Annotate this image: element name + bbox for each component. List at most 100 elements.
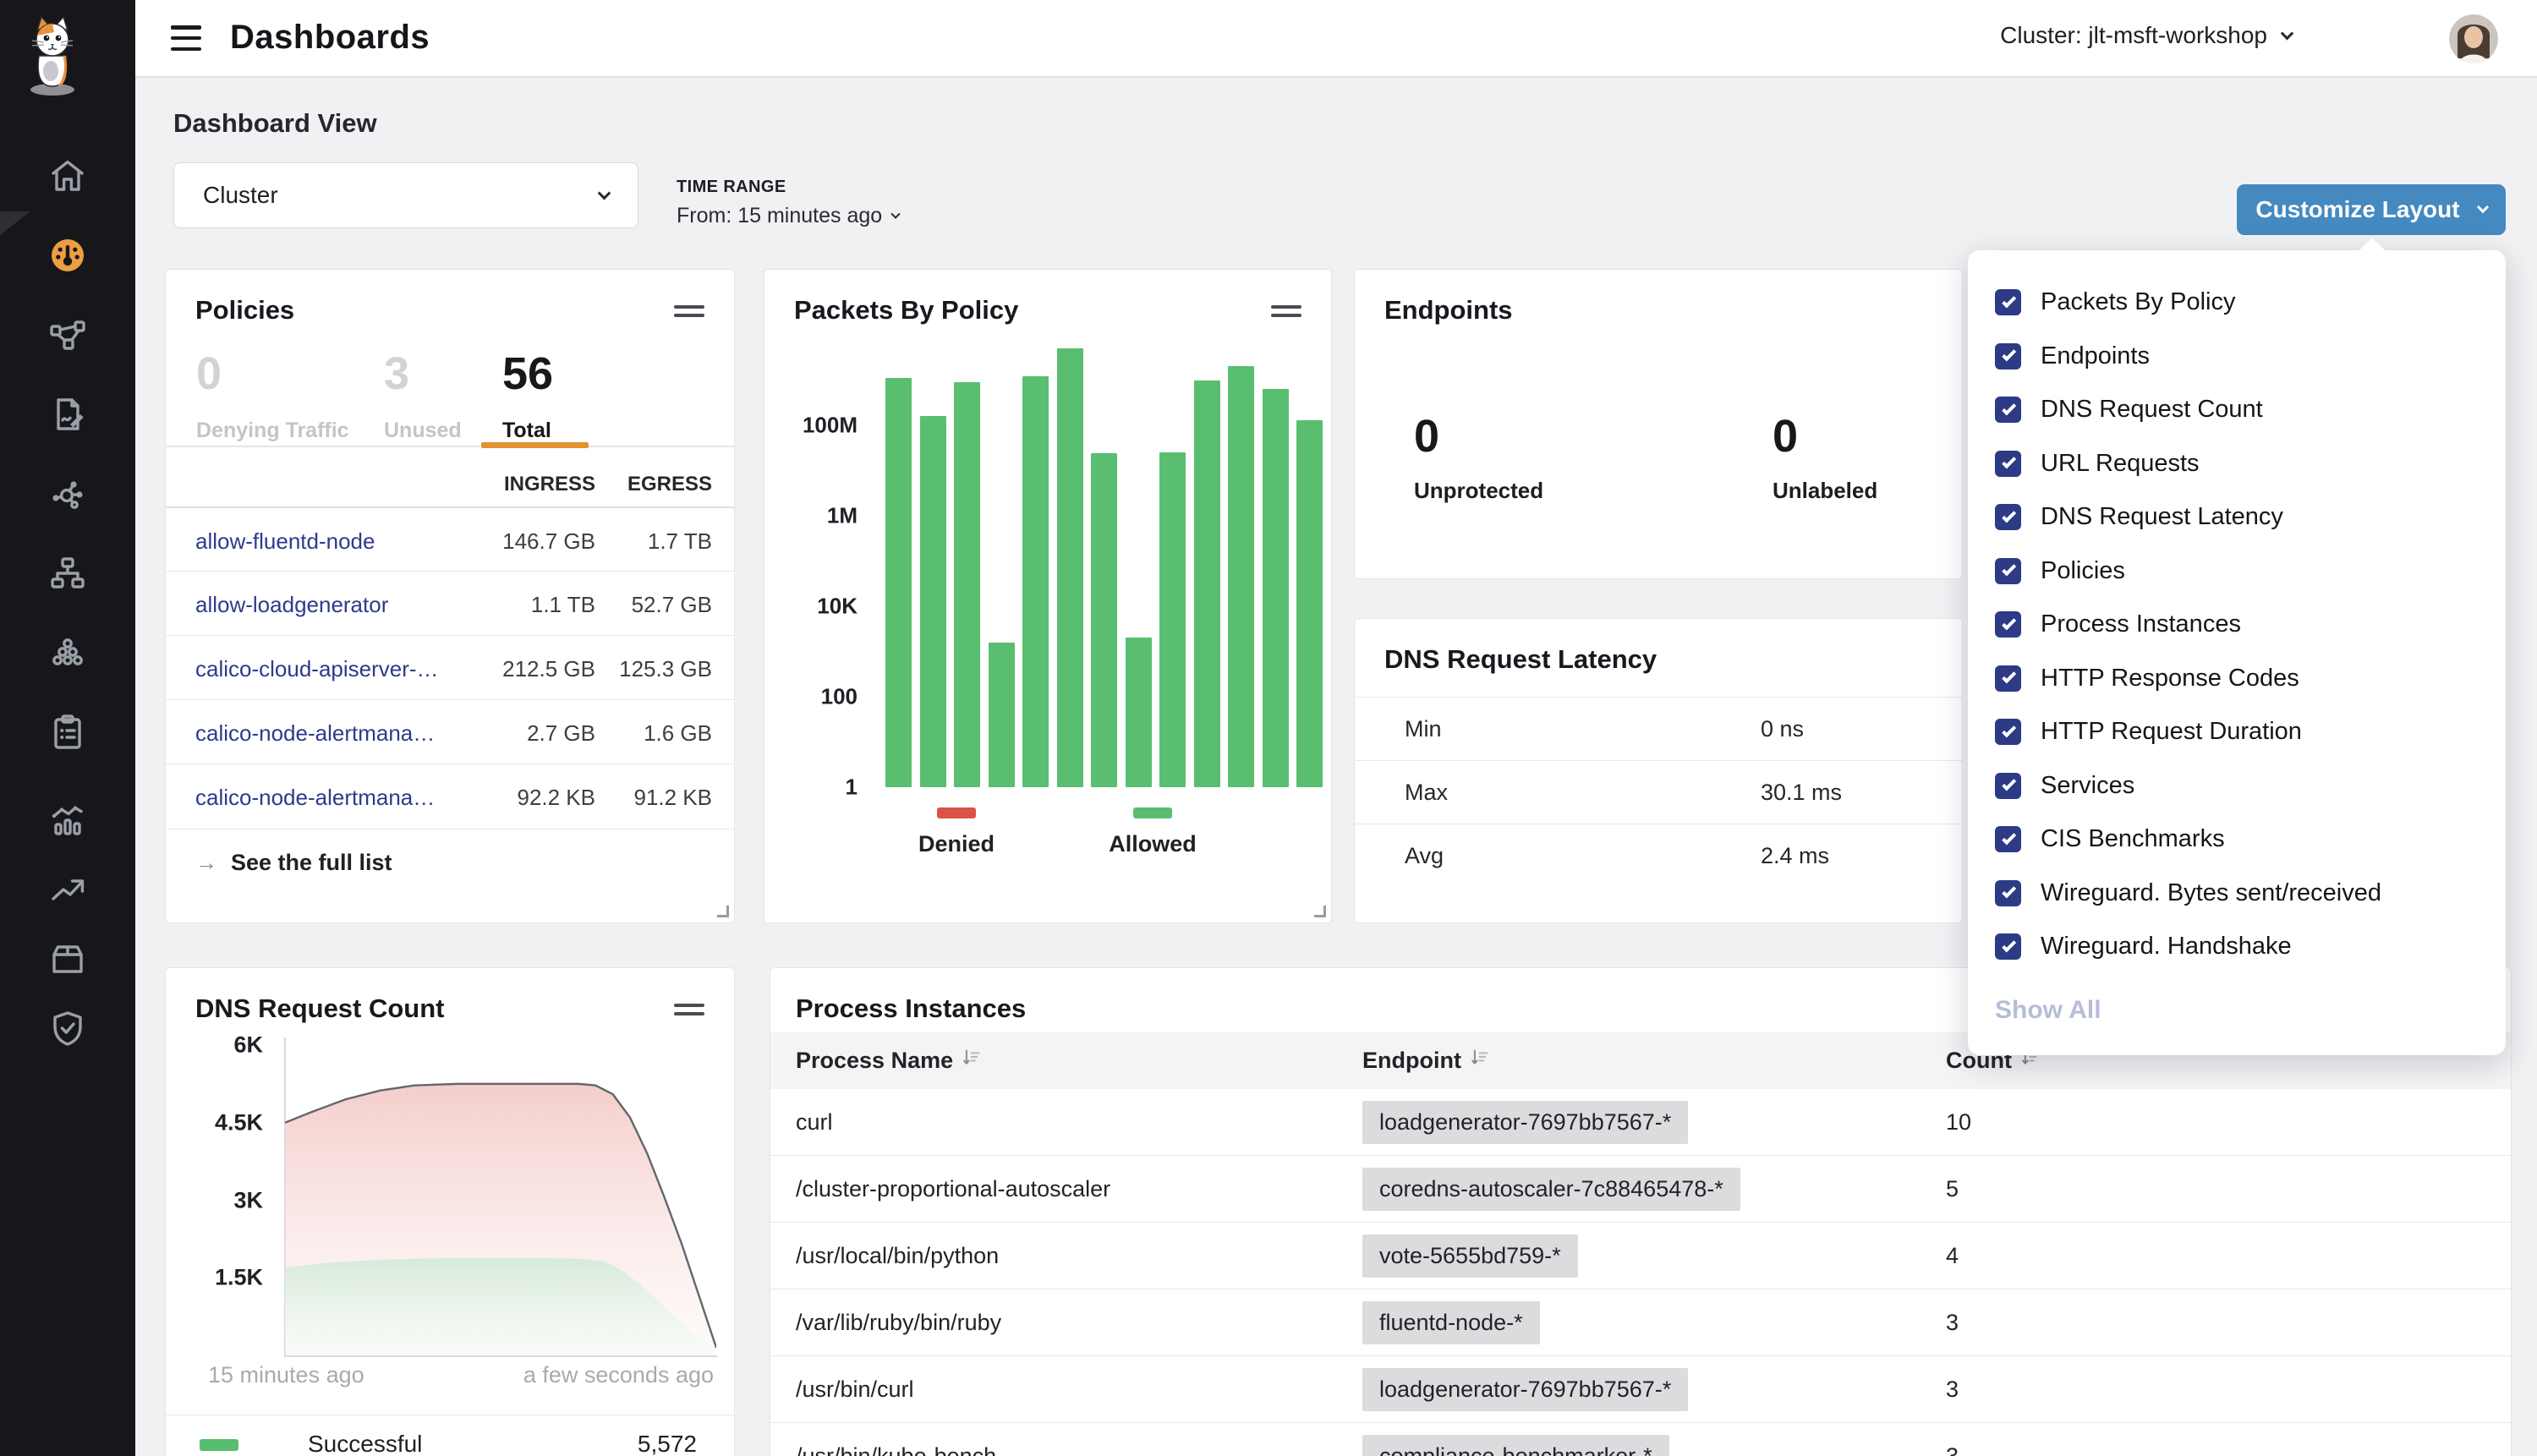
legend-item-denied: Denied [889,807,1024,857]
checkbox-checked[interactable] [1995,289,2021,315]
checkbox-checked[interactable] [1995,773,2021,799]
sidebar-item-policies[interactable] [0,391,135,438]
endpoints-stat-unprotected: 0Unprotected [1414,413,1543,504]
process-row: /usr/local/bin/python vote-5655bd759-* 4 [770,1223,2511,1289]
legend-label: Denied [889,831,1024,857]
checkbox-checked[interactable] [1995,880,2021,906]
checkbox-checked[interactable] [1995,397,2021,423]
divider [166,446,734,447]
packets-bar-chart: 110010K1M100M [764,270,1333,787]
dropdown-item-url-requests[interactable]: URL Requests [1968,437,2506,491]
checkbox-checked[interactable] [1995,611,2021,638]
latency-row-max: Max 30.1 ms [1355,760,1962,824]
sidebar-item-home[interactable] [0,152,135,200]
policy-ingress-value: 212.5 GB [502,656,595,682]
dropdown-item-http-request-duration[interactable]: HTTP Request Duration [1968,705,2506,759]
policy-link[interactable]: calico-node-alertmana… [195,720,435,747]
time-range-control: TIME RANGE From: 15 minutes ago [677,178,899,228]
resize-handle[interactable] [1314,906,1326,917]
user-avatar[interactable] [2449,14,2498,63]
col-header-endpoint[interactable]: Endpoint [1362,1046,1491,1075]
process-row: /usr/bin/kube-bench compliance-benchmark… [770,1423,2511,1456]
dropdown-item-services[interactable]: Services [1968,759,2506,813]
cluster-switcher[interactable]: Cluster: jlt-msft-workshop [2000,22,2292,49]
x-axis-label-start: 15 minutes ago [208,1362,364,1388]
sidebar-item-workloads[interactable] [0,629,135,676]
sidebar-item-threat-feeds[interactable] [0,866,135,913]
legend-swatch [937,807,976,818]
policy-link[interactable]: calico-cloud-apiserver-… [195,656,439,682]
policy-egress-value: 52.7 GB [632,592,712,618]
policies-stat-denying-traffic[interactable]: 0Denying Traffic [196,351,349,443]
dashboard-view-select[interactable]: Cluster [173,162,638,228]
sidebar-item-compliance[interactable] [0,709,135,756]
resize-handle[interactable] [717,906,729,917]
page-title: Dashboards [230,19,430,57]
policy-link[interactable]: allow-loadgenerator [195,592,388,618]
sidebar-item-threat-defense[interactable] [0,1004,135,1052]
checkbox-checked[interactable] [1995,504,2021,530]
sidebar-item-image-assurance[interactable] [0,935,135,983]
checkbox-checked[interactable] [1995,826,2021,852]
y-tick-label: 4.5K [183,1109,263,1136]
col-header-process-name[interactable]: Process Name [796,1046,983,1075]
sort-icon [1468,1046,1491,1075]
y-tick-label: 3K [183,1187,263,1213]
endpoint-cell: vote-5655bd759-* [1362,1234,1578,1278]
stat-label: Denying Traffic [196,419,349,443]
sidebar-item-nodes[interactable] [0,550,135,597]
dropdown-item-dns-request-count[interactable]: DNS Request Count [1968,383,2506,437]
see-full-list-link[interactable]: → See the full list [195,850,392,876]
active-stat-underline [481,442,589,448]
checkbox-checked[interactable] [1995,451,2021,477]
drag-handle-icon[interactable] [674,305,704,322]
dropdown-item-process-instances[interactable]: Process Instances [1968,598,2506,652]
process-row: /cluster-proportional-autoscaler coredns… [770,1156,2511,1223]
dropdown-item-dns-request-latency[interactable]: DNS Request Latency [1968,490,2506,545]
checkbox-checked[interactable] [1995,719,2021,745]
dropdown-item-packets-by-policy[interactable]: Packets By Policy [1968,276,2506,330]
dropdown-item-cis-benchmarks[interactable]: CIS Benchmarks [1968,813,2506,867]
legend-label: Allowed [1085,831,1220,857]
dropdown-item-wireguard-handshake[interactable]: Wireguard. Handshake [1968,920,2506,974]
sidebar-item-service-graph[interactable] [0,311,135,359]
policy-row: calico-cloud-apiserver-… 212.5 GB 125.3 … [166,635,734,699]
hamburger-menu-icon[interactable] [171,24,201,52]
stat-value: 3 [384,351,462,397]
bar-allowed-11 [1263,389,1289,787]
sidebar-item-network-sets[interactable] [0,470,135,517]
show-all-link[interactable]: Show All [1995,996,2506,1025]
dropdown-item-policies[interactable]: Policies [1968,545,2506,599]
compliance-icon [47,712,88,753]
y-tick-label: 100M [764,413,858,439]
policies-card: Policies 0Denying Traffic3Unused56Total … [165,269,735,923]
policy-link[interactable]: allow-fluentd-node [195,528,375,555]
sidebar-item-timeline[interactable] [0,796,135,844]
checkbox-checked[interactable] [1995,933,2021,960]
dropdown-item-endpoints[interactable]: Endpoints [1968,330,2506,384]
policy-link[interactable]: calico-node-alertmana… [195,785,435,811]
sidebar-item-dashboards[interactable] [0,232,135,279]
policy-egress-value: 125.3 GB [619,656,712,682]
checkbox-checked[interactable] [1995,558,2021,584]
stat-value: 0 [1773,413,1877,459]
latency-label: Min [1405,716,1442,742]
customize-layout-label: Customize Layout [2255,196,2459,223]
policies-stat-unused[interactable]: 3Unused [384,351,462,443]
customize-layout-button[interactable]: Customize Layout [2237,184,2506,235]
threat-feeds-icon [47,869,88,910]
col-header-ingress: INGRESS [504,473,595,496]
image-assurance-icon [47,939,88,979]
y-tick-label: 1M [764,503,858,529]
y-tick-label: 100 [764,684,858,710]
y-tick-label: 6K [183,1032,263,1059]
drag-handle-icon[interactable] [674,1004,704,1021]
dropdown-item-wireguard-bytes-sent-received[interactable]: Wireguard. Bytes sent/received [1968,867,2506,921]
policies-stat-total[interactable]: 56Total [502,351,553,443]
latency-label: Max [1405,780,1448,806]
dropdown-item-label: CIS Benchmarks [2041,825,2225,853]
time-range-value[interactable]: From: 15 minutes ago [677,204,899,228]
checkbox-checked[interactable] [1995,343,2021,369]
dropdown-item-http-response-codes[interactable]: HTTP Response Codes [1968,652,2506,706]
checkbox-checked[interactable] [1995,665,2021,692]
